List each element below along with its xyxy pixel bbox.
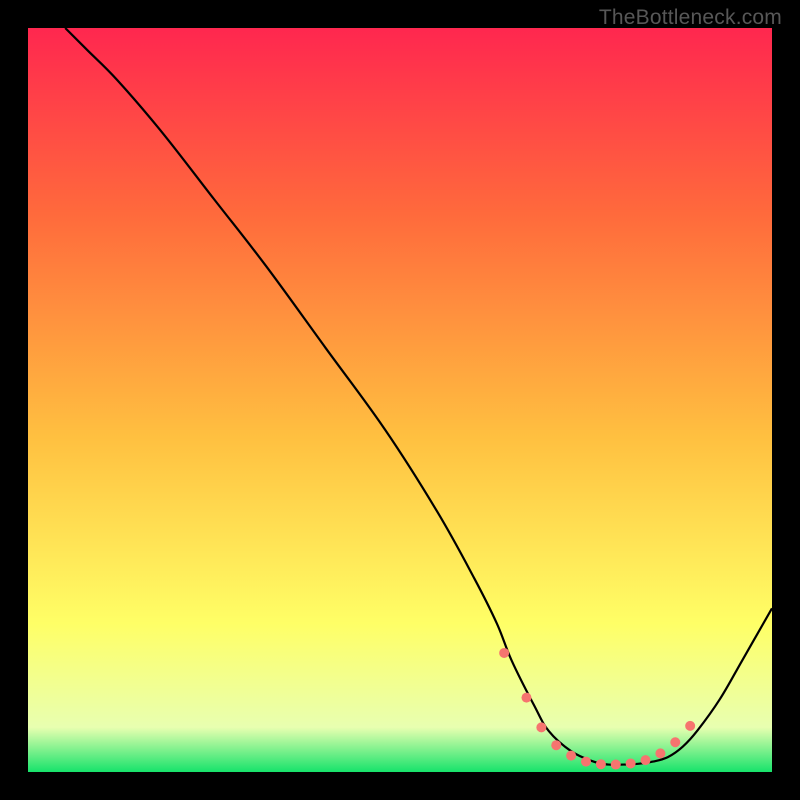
curve-dot — [499, 648, 509, 658]
curve-dot — [685, 721, 695, 731]
curve-dot — [641, 755, 651, 765]
gradient-background — [28, 28, 772, 772]
curve-dot — [670, 737, 680, 747]
curve-dot — [611, 760, 621, 770]
watermark-text: TheBottleneck.com — [599, 6, 782, 30]
curve-dot — [551, 740, 561, 750]
curve-dot — [521, 693, 531, 703]
curve-dot — [581, 757, 591, 767]
curve-dot — [536, 722, 546, 732]
chart-svg — [28, 28, 772, 772]
curve-dot — [596, 759, 606, 769]
curve-dot — [626, 758, 636, 768]
chart-frame: TheBottleneck.com — [0, 0, 800, 800]
curve-dot — [655, 748, 665, 758]
curve-dot — [566, 751, 576, 761]
